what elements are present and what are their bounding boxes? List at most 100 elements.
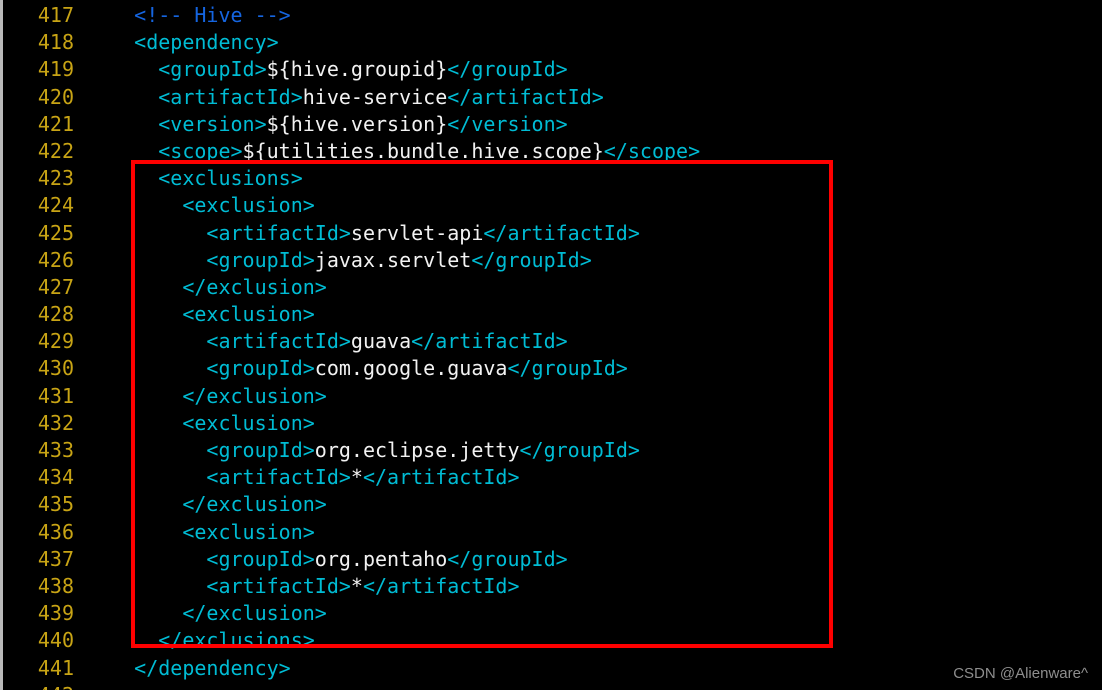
code-line[interactable]: 434 <artifactId>*</artifactId>: [0, 464, 1102, 491]
code-line-source[interactable]: <exclusion>: [86, 410, 314, 437]
code-token-tag: <groupId>: [86, 356, 315, 381]
line-number: 428: [37, 302, 74, 327]
code-line-source[interactable]: <!-- Hive -->: [86, 2, 291, 29]
line-number: 425: [37, 220, 74, 245]
code-token-tag: </scope>: [603, 138, 701, 163]
code-line-source[interactable]: <exclusion>: [86, 301, 314, 328]
code-line[interactable]: 427 </exclusion>: [0, 274, 1102, 301]
code-token-comment: <!-- Hive -->: [86, 3, 291, 27]
code-line-source[interactable]: <artifactId>hive-service</artifactId>: [86, 84, 604, 111]
line-number: 421: [37, 111, 74, 136]
code-line[interactable]: 422 <scope>${utilities.bundle.hive.scope…: [0, 138, 1102, 165]
code-line-source[interactable]: <scope>${utilities.bundle.hive.scope}</s…: [86, 138, 700, 165]
code-token-txt: org.eclipse.jetty: [314, 438, 520, 462]
code-token-tag: </groupId>: [507, 356, 628, 381]
line-number: 441: [37, 655, 74, 680]
line-number: 426: [37, 247, 74, 272]
line-number: 440: [37, 628, 74, 653]
code-line-source[interactable]: <groupId>javax.servlet</groupId>: [86, 247, 592, 274]
code-line-source[interactable]: </exclusions>: [86, 627, 315, 654]
line-number: 423: [37, 166, 74, 191]
code-token-txt: *: [350, 465, 363, 490]
code-line[interactable]: 423 <exclusions>: [0, 165, 1102, 192]
line-number: 429: [37, 329, 74, 354]
code-line-source[interactable]: <groupId>org.pentaho</groupId>: [86, 546, 567, 573]
code-token-tag: <groupId>: [86, 57, 267, 82]
code-line-source[interactable]: <exclusions>: [86, 165, 303, 192]
code-line[interactable]: 439 </exclusion>: [0, 600, 1102, 627]
code-token-tag: </exclusion>: [86, 274, 327, 299]
code-line[interactable]: 418 <dependency>: [0, 29, 1102, 56]
code-line[interactable]: 429 <artifactId>guava</artifactId>: [0, 328, 1102, 355]
code-token-tag: <artifactId>: [86, 573, 351, 598]
code-token-txt: org.pentaho: [314, 546, 448, 571]
code-line[interactable]: 442: [0, 682, 1102, 690]
code-line-source[interactable]: <exclusion>: [86, 519, 315, 546]
code-line[interactable]: 424 <exclusion>: [0, 192, 1102, 219]
code-line[interactable]: 432 <exclusion>: [0, 410, 1102, 437]
code-token-txt: guava: [350, 329, 412, 354]
line-number: 438: [37, 573, 74, 598]
code-line[interactable]: 430 <groupId>com.google.guava</groupId>: [0, 355, 1102, 382]
code-line-source[interactable]: <groupId>org.eclipse.jetty</groupId>: [86, 437, 640, 464]
code-line-source[interactable]: </dependency>: [86, 655, 291, 682]
line-number: 442: [0, 682, 74, 690]
line-number: 422: [37, 138, 74, 163]
code-token-tag: </dependency>: [86, 655, 291, 680]
code-line-source[interactable]: <artifactId>guava</artifactId>: [86, 328, 568, 355]
csdn-watermark: CSDN @Alienware^: [953, 665, 1088, 682]
line-number: 437: [37, 546, 74, 571]
code-token-tag: <exclusions>: [86, 166, 303, 191]
code-token-tag: </groupId>: [447, 57, 568, 82]
code-line-source[interactable]: </exclusion>: [86, 491, 327, 518]
code-token-tag: </artifactId>: [362, 573, 520, 598]
code-line-source[interactable]: <groupId>${hive.groupid}</groupId>: [86, 56, 568, 83]
code-token-tag: <artifactId>: [86, 84, 303, 109]
code-token-txt: hive-service: [302, 84, 448, 109]
code-line[interactable]: 433 <groupId>org.eclipse.jetty</groupId>: [0, 437, 1102, 464]
code-line[interactable]: 435 </exclusion>: [0, 491, 1102, 518]
code-token-tag: </exclusion>: [86, 383, 327, 408]
line-number: 432: [37, 410, 74, 435]
code-content-area[interactable]: 417 <!-- Hive --> 418 <dependency> 419 <gr…: [0, 0, 1102, 690]
code-line-source[interactable]: </exclusion>: [86, 383, 327, 410]
code-line-source[interactable]: <groupId>com.google.guava</groupId>: [86, 355, 628, 382]
code-line[interactable]: 431 </exclusion>: [0, 383, 1102, 410]
code-line[interactable]: 417 <!-- Hive -->: [0, 2, 1102, 29]
code-token-tag: </exclusion>: [86, 492, 327, 517]
code-line-source[interactable]: <version>${hive.version}</version>: [86, 111, 567, 138]
code-token-tag: <exclusion>: [86, 519, 315, 544]
code-line[interactable]: 419 <groupId>${hive.groupid}</groupId>: [0, 56, 1102, 83]
code-token-txt: servlet-api: [350, 220, 484, 245]
code-token-tag: </exclusions>: [86, 628, 315, 653]
code-token-tag: <groupId>: [86, 247, 315, 272]
code-line[interactable]: 436 <exclusion>: [0, 519, 1102, 546]
line-number: 424: [37, 193, 74, 218]
line-number: 430: [37, 356, 74, 381]
code-token-tag: </groupId>: [471, 247, 592, 272]
code-line-source[interactable]: <exclusion>: [86, 192, 314, 219]
code-line[interactable]: 441 </dependency>: [0, 655, 1102, 682]
code-line-source[interactable]: <dependency>: [86, 29, 279, 56]
code-token-tag: </groupId>: [519, 438, 640, 462]
code-line[interactable]: 425 <artifactId>servlet-api</artifactId>: [0, 220, 1102, 247]
code-line-source[interactable]: </exclusion>: [86, 600, 327, 627]
code-line[interactable]: 421 <version>${hive.version}</version>: [0, 111, 1102, 138]
code-line-source[interactable]: </exclusion>: [86, 274, 327, 301]
code-line-source[interactable]: <artifactId>*</artifactId>: [86, 573, 520, 600]
code-token-tag: </artifactId>: [362, 465, 520, 490]
line-number: 435: [37, 492, 74, 517]
code-token-tag: </artifactId>: [411, 329, 568, 354]
code-line[interactable]: 440 </exclusions>: [0, 627, 1102, 654]
code-line[interactable]: 437 <groupId>org.pentaho</groupId>: [0, 546, 1102, 573]
code-line[interactable]: 420 <artifactId>hive-service</artifactId…: [0, 84, 1102, 111]
code-line[interactable]: 428 <exclusion>: [0, 301, 1102, 328]
code-line[interactable]: 426 <groupId>javax.servlet</groupId>: [0, 247, 1102, 274]
code-editor: 417 <!-- Hive --> 418 <dependency> 419 <gr…: [0, 0, 1102, 690]
code-token-txt: ${hive.version}: [266, 111, 448, 136]
code-token-tag: </artifactId>: [483, 220, 640, 245]
code-line-source[interactable]: <artifactId>*</artifactId>: [86, 464, 520, 491]
code-line[interactable]: 438 <artifactId>*</artifactId>: [0, 573, 1102, 600]
code-line-source[interactable]: <artifactId>servlet-api</artifactId>: [86, 220, 640, 247]
code-token-tag: <version>: [86, 111, 267, 136]
